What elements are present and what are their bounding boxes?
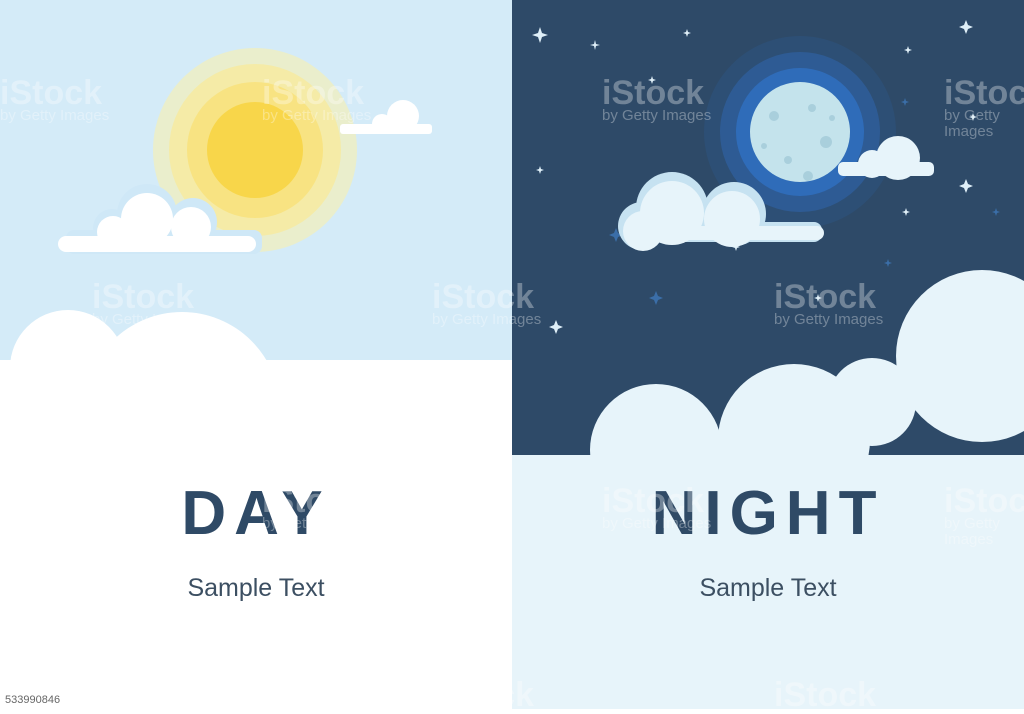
night-panel: NIGHT Sample Text [512,0,1024,709]
night-title: NIGHT [651,479,885,548]
image-id-label: 533990846 [0,691,66,709]
day-title: DAY [181,479,331,548]
small-cloud-icon [340,100,432,134]
day-subtitle: Sample Text [187,574,325,602]
night-subtitle: Sample Text [699,574,837,602]
day-panel: DAY Sample Text [0,0,512,709]
